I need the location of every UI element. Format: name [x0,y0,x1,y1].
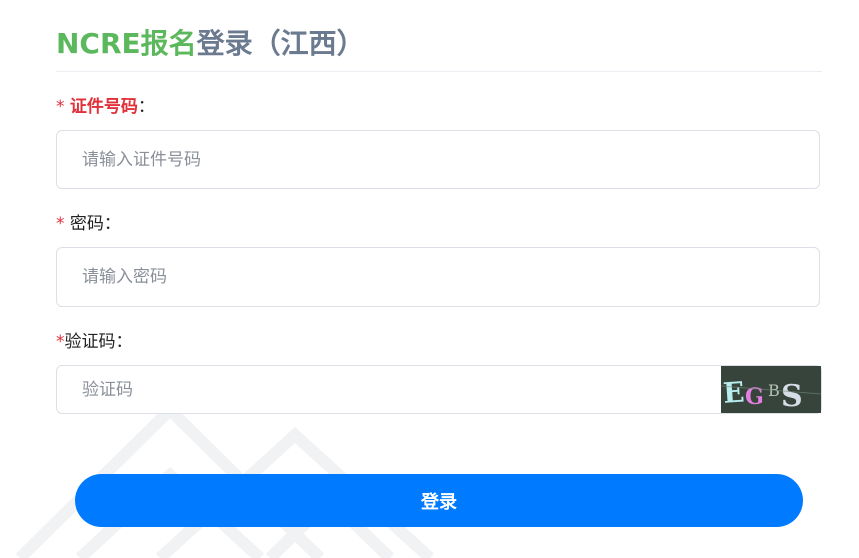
login-button[interactable]: 登录 [75,474,803,527]
captcha-char: E [722,375,746,409]
password-label: * 密码： [56,213,121,235]
label-colon: ： [103,214,121,234]
required-asterisk: * [56,332,65,352]
password-input[interactable] [56,247,820,307]
id-number-label: * 证件号码： [56,96,155,118]
title-suffix: 登录（江西） [196,27,365,60]
password-label-text: 密码 [69,214,104,234]
id-number-input[interactable] [56,130,820,189]
captcha-label: *验证码： [56,331,133,353]
captcha-image[interactable]: E G B S [721,366,821,413]
captcha-input[interactable] [57,366,717,413]
label-colon: ： [137,97,155,117]
title-divider [56,71,822,72]
required-asterisk: * [56,97,70,117]
label-colon: ： [115,332,133,352]
login-page: NCRE报名登录（江西） * 证件号码： * 密码： *验证码： E G [0,0,859,558]
page-title: NCRE报名登录（江西） [56,26,365,62]
captcha-image-graphic: E G B S [721,366,821,413]
captcha-char: S [781,379,803,413]
required-asterisk: * [56,214,70,234]
captcha-label-text: 验证码 [64,332,116,352]
id-number-label-text: 证件号码 [69,97,138,117]
title-brand: NCRE报名 [56,27,197,60]
captcha-field: E G B S [56,365,822,414]
